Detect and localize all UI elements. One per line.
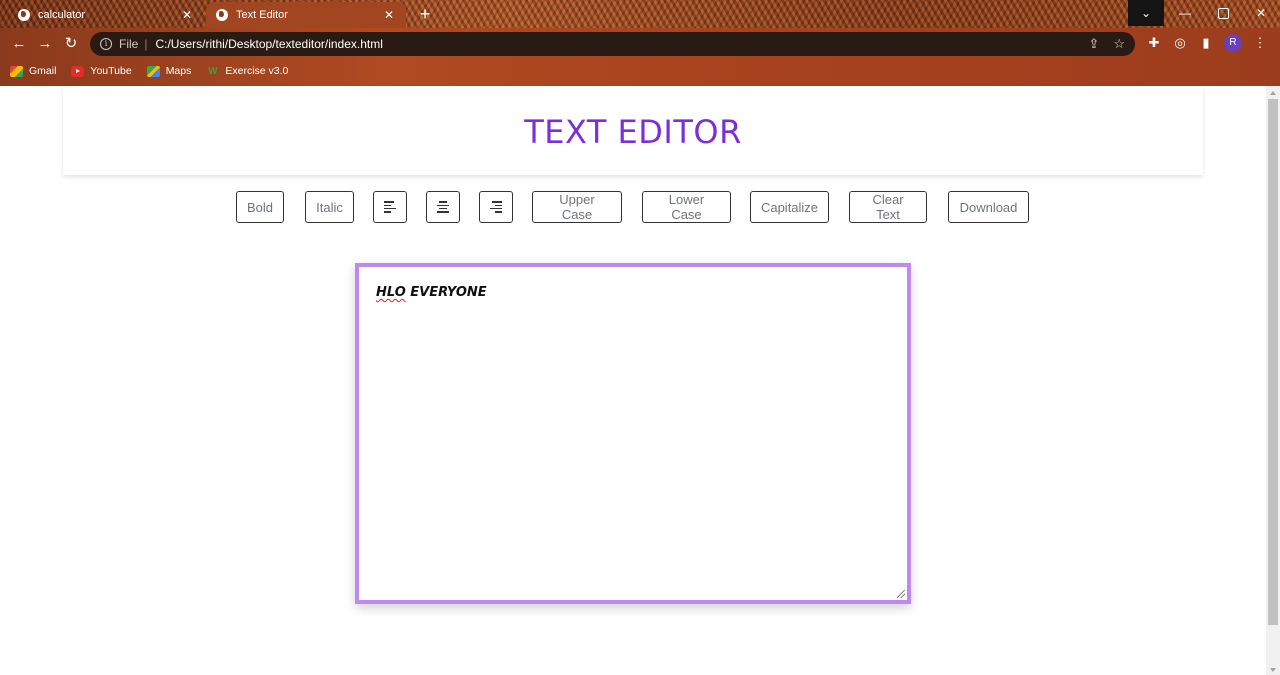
editor-text: EVERYONE: [405, 285, 487, 300]
bookmark-gmail[interactable]: Gmail: [10, 65, 56, 77]
window-controls: ⌄ — ✕: [1128, 0, 1280, 26]
scroll-up-arrow[interactable]: [1270, 91, 1276, 95]
address-scheme: File: [119, 37, 139, 51]
address-url[interactable]: C:/Users/rithi/Desktop/texteditor/index.…: [155, 37, 1088, 51]
tab-calculator[interactable]: calculator ✕: [8, 2, 204, 28]
align-right-icon: [490, 201, 502, 213]
scroll-down-arrow[interactable]: [1270, 668, 1276, 672]
browser-toolbar: ← → ↻ i File | C:/Users/rithi/Desktop/te…: [0, 30, 1280, 58]
close-icon[interactable]: ✕: [382, 8, 396, 22]
forward-button[interactable]: →: [34, 34, 56, 54]
bookmark-youtube[interactable]: YouTube: [71, 65, 132, 77]
italic-button[interactable]: Italic: [305, 191, 354, 223]
vertical-scrollbar[interactable]: [1266, 86, 1280, 675]
window-close-button[interactable]: ✕: [1242, 0, 1280, 26]
bookmark-label: Gmail: [29, 65, 57, 77]
page-title: TEXT EDITOR: [524, 112, 742, 151]
align-center-button[interactable]: [426, 191, 460, 223]
youtube-icon: [71, 65, 85, 77]
avatar[interactable]: R: [1224, 34, 1242, 52]
minimize-button[interactable]: —: [1166, 0, 1204, 26]
close-icon[interactable]: ✕: [180, 8, 194, 22]
bookmark-exercise[interactable]: W Exercise v3.0: [206, 65, 288, 77]
address-bar[interactable]: i File | C:/Users/rithi/Desktop/textedit…: [90, 32, 1135, 56]
exercise-icon: W: [208, 65, 218, 77]
bookmark-star-icon[interactable]: ☆: [1113, 36, 1125, 52]
header: TEXT EDITOR: [63, 86, 1203, 175]
browser-chrome: calculator ✕ Text Editor ✕ + ⌄ — ✕ ← → ↻…: [0, 0, 1280, 86]
menu-icon[interactable]: ⋮: [1252, 35, 1268, 51]
reload-button[interactable]: ↻: [60, 34, 82, 54]
extensions-icon[interactable]: ✚: [1146, 35, 1162, 51]
text-editor[interactable]: HLO EVERYONE: [355, 263, 911, 604]
side-panel-icon[interactable]: ▮: [1198, 35, 1214, 51]
gmail-icon: [10, 65, 23, 77]
align-left-button[interactable]: [373, 191, 407, 223]
globe-icon: [18, 9, 30, 21]
misspelled-word: HLO: [376, 285, 406, 300]
new-tab-button[interactable]: +: [416, 5, 434, 23]
globe-icon: [216, 9, 228, 21]
resize-handle[interactable]: [897, 590, 905, 598]
bold-button[interactable]: Bold: [236, 191, 284, 223]
bookmark-label: Exercise v3.0: [225, 65, 289, 77]
align-right-button[interactable]: [479, 191, 513, 223]
editor-content[interactable]: HLO EVERYONE: [359, 267, 907, 600]
bookmark-label: Maps: [165, 65, 192, 77]
info-icon[interactable]: i: [100, 38, 112, 50]
extension-icon[interactable]: ◎: [1172, 35, 1188, 51]
align-left-icon: [384, 201, 396, 213]
maps-icon: [146, 65, 160, 77]
clear-text-button[interactable]: Clear Text: [849, 191, 927, 223]
bookmark-label: YouTube: [90, 65, 132, 77]
capitalize-button[interactable]: Capitalize: [750, 191, 829, 223]
lower-case-button[interactable]: Lower Case: [642, 191, 731, 223]
tab-title: Text Editor: [236, 9, 288, 21]
page-content: TEXT EDITOR Bold Italic Upper Case Lower…: [0, 86, 1266, 675]
address-separator: |: [144, 37, 148, 51]
scroll-thumb[interactable]: [1268, 99, 1278, 625]
upper-case-button[interactable]: Upper Case: [532, 191, 622, 223]
tab-text-editor[interactable]: Text Editor ✕: [206, 2, 406, 28]
back-button[interactable]: ←: [8, 34, 30, 54]
tab-title: calculator: [38, 9, 86, 21]
bookmark-maps[interactable]: Maps: [146, 65, 192, 77]
tab-search-button[interactable]: ⌄: [1128, 0, 1164, 26]
formatting-toolbar: Bold Italic Upper Case Lower Case Capita…: [236, 191, 1029, 223]
share-icon[interactable]: ⇪: [1088, 36, 1099, 52]
download-button[interactable]: Download: [948, 191, 1029, 223]
maximize-button[interactable]: [1204, 0, 1242, 26]
bookmarks-bar: Gmail YouTube Maps W Exercise v3.0: [0, 61, 288, 81]
align-center-icon: [437, 201, 449, 213]
